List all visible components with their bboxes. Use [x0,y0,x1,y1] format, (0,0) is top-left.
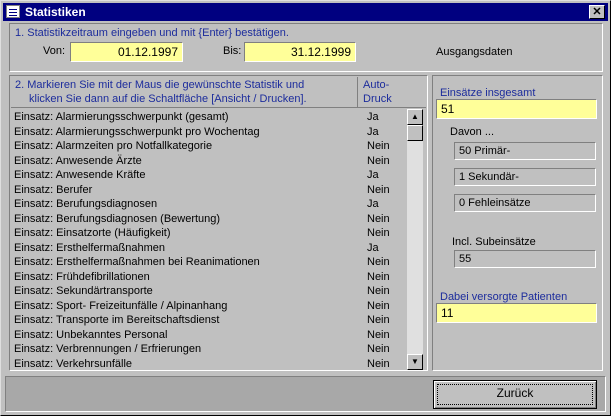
to-date-field[interactable]: 31.12.1999 [244,42,356,62]
statistic-name: Einsatz: Berufer [14,183,93,196]
statistics-list[interactable]: Einsatz: Alarmierungsschwerpunkt (gesamt… [14,110,407,370]
secondary-count: 1 Sekundär- [454,168,596,186]
back-button[interactable]: Zurück [433,380,597,409]
column-divider [357,77,358,107]
list-item[interactable]: Einsatz: Berufungsdiagnosen Ja [14,197,407,212]
statistic-name: Einsatz: Alarmierungsschwerpunkt pro Woc… [14,125,260,138]
auto-print-value: Nein [367,343,390,355]
list-item[interactable]: Einsatz: Sport- Freizeitunfälle / Alpina… [14,299,407,314]
list-item[interactable]: Einsatz: Einsatzorte (Häufigkeit) Nein [14,226,407,241]
list-item[interactable]: Einsatz: Transporte im Bereitschaftsdien… [14,313,407,328]
statistic-name: Einsatz: Verkehrsunfälle [14,357,133,370]
statistic-name: Einsatz: Verbrennungen / Erfrierungen [14,343,202,355]
list-instruction-2: klicken Sie dann auf die Schaltfläche [A… [29,93,307,105]
scroll-down-button[interactable]: ▼ [407,354,423,370]
primary-count: 50 Primär- [454,142,596,160]
scroll-up-button[interactable]: ▲ [407,109,423,125]
scroll-thumb[interactable] [407,125,423,141]
list-item[interactable]: Einsatz: Berufungsdiagnosen (Bewertung) N… [14,212,407,227]
auto-print-value: Ja [367,111,379,123]
list-item[interactable]: Einsatz: Unbekanntes Personal Nein [14,328,407,343]
auto-print-value: Ja [367,169,379,181]
sub-value: 55 [454,250,596,268]
list-item[interactable]: Einsatz: Alarmierungsschwerpunkt pro Woc… [14,125,407,140]
statistics-window: Statistiken ✕ 1. Statistikzeitraum einge… [0,0,611,416]
list-item[interactable]: Einsatz: Sekundärtransporte Nein [14,284,407,299]
from-label: Von: [43,45,66,57]
list-item[interactable]: Einsatz: Ersthelfermaßnahmen bei Reanima… [14,255,407,270]
back-button-label: Zurück [496,386,534,400]
list-item[interactable]: Einsatz: Verbrennungen / Erfrierungen Nei… [14,342,407,357]
auto-print-value: Nein [367,270,390,283]
form-icon [6,5,20,18]
statistic-name: Einsatz: Alarmzeiten pro Notfallkategori… [14,140,213,152]
arrow-up-icon: ▲ [411,112,419,121]
list-item[interactable]: Einsatz: Alarmzeiten pro Notfallkategori… [14,139,407,154]
total-label: Einsätze insgesamt [440,87,536,99]
auto-print-value: Nein [367,227,390,239]
auto-print-value: Ja [367,241,379,254]
auto-print-value: Ja [367,125,379,138]
auto-print-header-1: Auto- [363,79,390,91]
auto-print-value: Ja [367,198,379,210]
title-bar[interactable]: Statistiken ✕ [3,3,608,21]
from-date-field[interactable]: 01.12.1997 [70,42,183,62]
statistic-name: Einsatz: Einsatzorte (Häufigkeit) [14,227,171,239]
statistic-name: Einsatz: Alarmierungsschwerpunkt (gesamt… [14,111,229,123]
auto-print-value: Nein [367,183,390,196]
window-title: Statistiken [25,5,86,19]
auto-print-value: Nein [367,154,390,167]
auto-print-value: Nein [367,140,390,152]
statistic-name: Einsatz: Sport- Freizeitunfälle / Alpina… [14,299,228,312]
to-label: Bis: [223,45,242,57]
failed-count: 0 Fehleinsätze [454,194,596,212]
auto-print-value: Nein [367,285,390,297]
list-item[interactable]: Einsatz: Anwesende Kräfte Ja [14,168,407,183]
statistic-name: Einsatz: Sekundärtransporte [14,285,153,297]
period-instruction: 1. Statistikzeitraum eingeben und mit {E… [15,27,289,39]
statistic-name: Einsatz: Anwesende Ärzte [14,154,142,167]
sub-label: Incl. Subeinsätze [452,236,536,248]
total-value: 51 [436,99,597,119]
list-scrollbar[interactable]: ▲ ▼ [407,109,423,370]
patients-label: Dabei versorgte Patienten [440,291,568,303]
list-item[interactable]: Einsatz: Alarmierungsschwerpunkt (gesamt… [14,110,407,125]
auto-print-value: Nein [367,314,390,326]
source-label: Ausgangsdaten [436,46,513,58]
auto-print-value: Nein [367,299,390,312]
auto-print-value: Nein [367,212,390,225]
thereof-label: Davon ... [450,126,495,138]
statistic-name: Einsatz: Frühdefibrillationen [14,270,150,283]
statistic-name: Einsatz: Berufungsdiagnosen (Bewertung) [14,212,221,225]
header-divider [11,107,426,108]
auto-print-value: Nein [367,328,390,341]
statistic-name: Einsatz: Unbekanntes Personal [14,328,168,341]
auto-print-value: Nein [367,256,390,268]
close-button[interactable]: ✕ [589,5,605,19]
summary-panel [432,75,603,371]
list-item[interactable]: Einsatz: Verkehrsunfälle Nein [14,357,407,371]
auto-print-value: Nein [367,357,390,370]
list-item[interactable]: Einsatz: Berufer Nein [14,183,407,198]
list-item[interactable]: Einsatz: Ersthelfermaßnahmen Ja [14,241,407,256]
auto-print-header-2: Druck [363,93,392,105]
statistic-name: Einsatz: Ersthelfermaßnahmen [14,241,166,254]
patients-value: 11 [436,303,597,323]
close-icon: ✕ [592,6,602,18]
list-instruction-1: 2. Markieren Sie mit der Maus die gewüns… [15,79,305,91]
list-item[interactable]: Einsatz: Frühdefibrillationen Nein [14,270,407,285]
arrow-down-icon: ▼ [411,357,419,366]
statistic-name: Einsatz: Transporte im Bereitschaftsdien… [14,314,220,326]
statistic-name: Einsatz: Berufungsdiagnosen [14,198,158,210]
list-item[interactable]: Einsatz: Anwesende Ärzte Nein [14,154,407,169]
statistic-name: Einsatz: Ersthelfermaßnahmen bei Reanima… [14,256,260,268]
statistic-name: Einsatz: Anwesende Kräfte [14,169,146,181]
